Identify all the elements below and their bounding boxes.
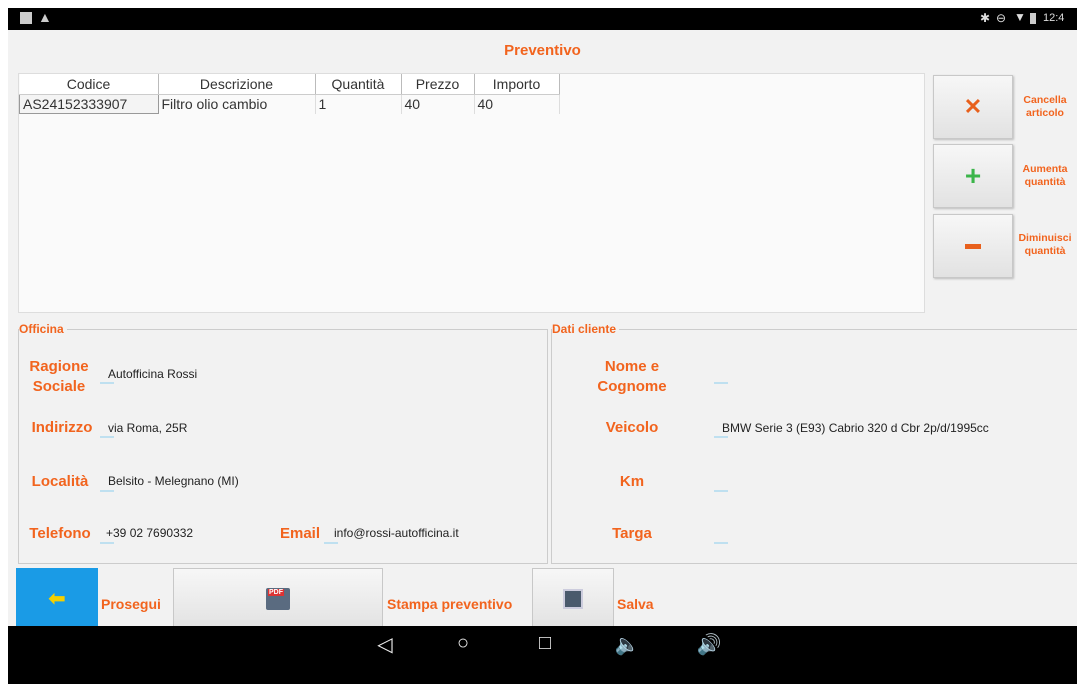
cell-descrizione[interactable]: Filtro olio cambio xyxy=(158,94,316,114)
remove-item-button[interactable]: ✕ xyxy=(933,75,1013,139)
localita-field[interactable]: Belsito - Melegnano (MI) xyxy=(108,474,239,488)
field-underline xyxy=(714,436,728,438)
bluetooth-icon: ✱ xyxy=(980,11,991,25)
increase-quantity-label: Aumenta quantità xyxy=(1022,163,1068,188)
save-button[interactable] xyxy=(532,568,614,630)
ragione-sociale-label: Ragione Sociale xyxy=(29,358,89,395)
field-underline xyxy=(714,490,728,492)
save-label[interactable]: Salva xyxy=(617,596,654,612)
clock: 12:4 xyxy=(1043,12,1065,24)
field-underline xyxy=(100,436,114,438)
decrease-quantity-button[interactable] xyxy=(933,214,1013,278)
status-bar: ▲ ✱ ⊖ ▼ 12:4 xyxy=(8,8,1077,30)
cell-prezzo[interactable]: 40 xyxy=(401,94,475,114)
recents-square-icon[interactable]: □ xyxy=(530,632,560,655)
field-underline xyxy=(714,382,728,384)
app-window: Preventivo Codice Descrizione Quantità P… xyxy=(8,30,1077,626)
home-circle-icon[interactable]: ○ xyxy=(448,632,478,655)
gallery-icon xyxy=(20,12,32,24)
cliente-title: Dati cliente xyxy=(552,322,620,336)
column-header-descrizione[interactable]: Descrizione xyxy=(158,74,316,95)
column-header-quantita[interactable]: Quantità xyxy=(315,74,402,95)
minus-icon xyxy=(965,243,981,249)
wifi-icon: ▼ xyxy=(1014,10,1026,24)
cell-codice[interactable]: AS24152333907 xyxy=(19,94,159,114)
dnd-icon: ⊖ xyxy=(996,11,1007,25)
arrow-left-icon: ⬅ xyxy=(48,587,66,610)
print-quote-button[interactable]: PDF xyxy=(173,568,383,630)
remove-item-label: Cancella articolo xyxy=(1023,94,1067,119)
upload-icon: ▲ xyxy=(38,9,52,25)
prosegui-label[interactable]: Prosegui xyxy=(101,596,161,612)
items-table-area[interactable]: Codice Descrizione Quantità Prezzo Impor… xyxy=(18,73,925,313)
back-triangle-icon[interactable]: ◁ xyxy=(370,632,400,657)
battery-icon xyxy=(1030,13,1036,24)
cell-quantita[interactable]: 1 xyxy=(315,94,402,114)
indirizzo-label: Indirizzo xyxy=(31,419,93,436)
km-label: Km xyxy=(619,473,645,490)
items-table: Codice Descrizione Quantità Prezzo Impor… xyxy=(19,74,560,114)
officina-title: Officina xyxy=(19,322,67,336)
column-header-importo[interactable]: Importo xyxy=(474,74,560,95)
column-header-prezzo[interactable]: Prezzo xyxy=(401,74,475,95)
field-underline xyxy=(100,490,114,492)
column-header-codice[interactable]: Codice xyxy=(19,74,159,95)
decrease-quantity-label: Diminuisci quantità xyxy=(1018,232,1072,257)
veicolo-label: Veicolo xyxy=(605,419,659,436)
plus-icon: + xyxy=(964,160,982,191)
increase-quantity-button[interactable]: + xyxy=(933,144,1013,208)
veicolo-field[interactable]: BMW Serie 3 (E93) Cabrio 320 d Cbr 2p/d/… xyxy=(722,421,989,435)
indirizzo-field[interactable]: via Roma, 25R xyxy=(108,421,187,435)
cell-importo[interactable]: 40 xyxy=(474,94,560,114)
close-icon: ✕ xyxy=(963,94,983,119)
nome-cognome-label: Nome e Cognome xyxy=(597,358,667,395)
pdf-icon-text: PDF xyxy=(268,589,284,596)
bottom-action-bar: ⬅ Prosegui PDF Stampa preventivo Salva xyxy=(8,538,1077,630)
field-underline xyxy=(100,382,114,384)
floppy-disk-icon xyxy=(563,589,583,609)
ragione-sociale-field[interactable]: Autofficina Rossi xyxy=(108,367,197,381)
volume-up-icon[interactable]: 🔊 xyxy=(694,632,724,657)
page-title: Preventivo xyxy=(504,42,581,59)
system-nav-bar: ◁ ○ □ 🔈 🔊 xyxy=(8,626,1077,684)
table-row[interactable]: AS24152333907 Filtro olio cambio 1 40 40 xyxy=(19,94,560,114)
localita-label: Località xyxy=(31,473,89,490)
print-quote-label[interactable]: Stampa preventivo xyxy=(387,596,512,612)
volume-down-icon[interactable]: 🔈 xyxy=(612,632,642,657)
back-button[interactable]: ⬅ xyxy=(16,568,98,628)
pdf-printer-icon: PDF xyxy=(266,588,290,610)
